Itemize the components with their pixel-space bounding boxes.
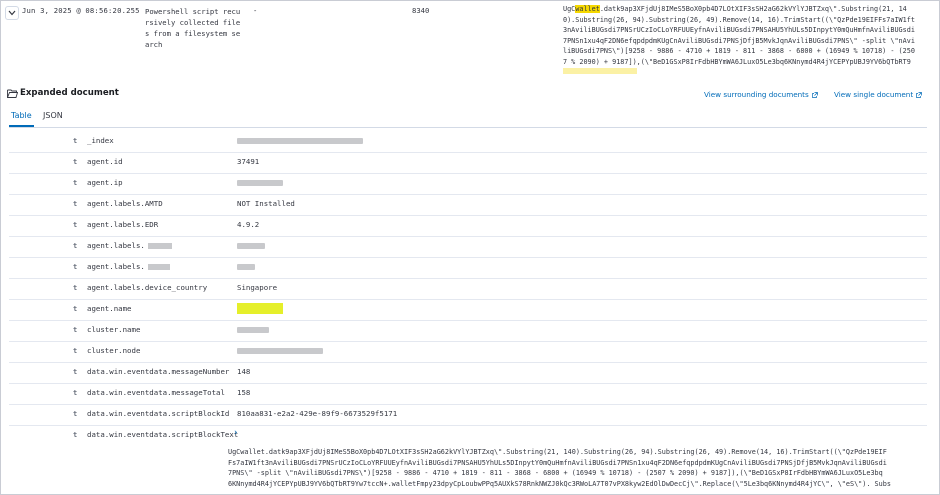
field-value: 158 xyxy=(237,388,251,397)
field-name: agent.labels. xyxy=(87,262,145,271)
field-row-agent-labels-redacted-1: t agent.labels. xyxy=(9,236,927,258)
redacted-value xyxy=(237,243,265,249)
script-line-faded xyxy=(563,67,929,74)
string-type-icon: t xyxy=(73,368,78,376)
script-block-text-value: UgCwallet.datk9ap3XFjdUj8IMeS5BoX0pb4D7L… xyxy=(228,447,928,491)
tabs-divider xyxy=(9,127,927,128)
script-block-line: 7PNS\" -split \"nAviliBUGsdi7PNS\")[9258… xyxy=(228,469,883,477)
string-type-icon: t xyxy=(73,326,78,334)
field-name: data.win.eventdata.messageTotal xyxy=(87,388,225,397)
script-line: 7 % 2090) + 9187]),(\"BeD1GSxP8IrFdbHBYm… xyxy=(563,57,911,66)
field-row-script-block-id: t data.win.eventdata.scriptBlockId 810aa… xyxy=(9,404,927,426)
folder-open-icon xyxy=(7,89,18,98)
field-name: agent.labels.EDR xyxy=(87,220,159,229)
string-type-icon: t xyxy=(73,389,78,397)
script-line: 7PNSn1xu4qF2DN6efqpdpdmKUgCnAviliBUGsdi7… xyxy=(563,36,915,45)
script-line: 3nAviliBUGsdi7PNSrUCzIoCLoYRFUUEyfnAvili… xyxy=(563,26,915,34)
field-name: cluster.node xyxy=(87,346,141,355)
string-type-icon: t xyxy=(73,347,78,355)
field-name: agent.labels. xyxy=(87,241,145,250)
field-value: NOT Installed xyxy=(237,199,295,208)
redacted-value xyxy=(237,264,255,270)
field-row-message-number: t data.win.eventdata.messageNumber 148 xyxy=(9,362,927,384)
view-surrounding-documents-label: View surrounding documents xyxy=(704,90,809,99)
redacted-value xyxy=(237,327,269,333)
field-value: 37491 xyxy=(237,157,260,166)
string-type-icon: t xyxy=(73,137,78,145)
script-block-line: 6KNnymd4R4jYCEPYpUBJ9YV6bQTbRT9Yw7tccN+.… xyxy=(228,479,891,488)
script-text: .datk9ap3XFjdUj8IMeS5BoX0pb4D7LOtXIF3sSH… xyxy=(599,5,907,13)
redacted-value xyxy=(237,348,323,354)
redacted-name-part xyxy=(148,264,170,270)
tab-json[interactable]: JSON xyxy=(43,111,63,120)
row-message-line: arch xyxy=(145,40,163,49)
script-line: liBUGsdi7PNS\")[9258 - 9886 - 4710 + 181… xyxy=(563,47,915,55)
string-type-icon: t xyxy=(73,158,78,166)
redacted-value xyxy=(237,180,283,186)
search-highlight: wallet xyxy=(575,5,600,13)
row-script-preview: UgCwallet.datk9ap3XFjdUj8IMeS5BoX0pb4D7L… xyxy=(563,4,929,74)
field-value: 810aa831-e2a2-429e-89f9-6673529f5171 xyxy=(237,409,398,418)
row-number: 8340 xyxy=(412,6,430,15)
external-link-icon xyxy=(916,92,923,98)
row-timestamp: Jun 3, 2025 @ 08:56:20.255 xyxy=(22,6,140,15)
view-single-document-link[interactable]: View single document xyxy=(834,90,923,99)
expand-value-chevron-icon[interactable]: › xyxy=(234,428,238,438)
field-name: _index xyxy=(87,136,114,145)
row-message-line: s from a filesystem se xyxy=(145,29,241,38)
field-name: data.win.eventdata.scriptBlockText xyxy=(87,430,239,439)
script-line: 0).Substring(26, 94).Substring(26, 49).R… xyxy=(563,15,915,24)
field-row-message-total: t data.win.eventdata.messageTotal 158 xyxy=(9,383,927,405)
string-type-icon: t xyxy=(73,410,78,418)
row-message-line: Powershell script recu xyxy=(145,7,241,16)
field-row-agent-name: t agent.name xyxy=(9,299,927,321)
string-type-icon: t xyxy=(73,263,78,271)
string-type-icon: t xyxy=(73,242,78,250)
script-block-line: Fs7aIW1ft3nAviliBUGsdi7PNSrUCzIoCLoYRFUU… xyxy=(228,458,887,467)
string-type-icon: t xyxy=(73,284,78,292)
field-row-agent-labels-redacted-2: t agent.labels. xyxy=(9,257,927,279)
field-row-agent-labels-amtd: t agent.labels.AMTD NOT Installed xyxy=(9,194,927,216)
field-value: 148 xyxy=(237,367,251,376)
script-text: UgC xyxy=(563,5,576,13)
row-message: Powershell script recu rsively collected… xyxy=(145,6,255,50)
field-value: 4.9.2 xyxy=(237,220,260,229)
field-name: agent.labels.device_country xyxy=(87,283,208,292)
field-name: agent.labels.AMTD xyxy=(87,199,163,208)
field-name: cluster.name xyxy=(87,325,141,334)
field-row-agent-id: t agent.id 37491 xyxy=(9,152,927,174)
collapse-row-button[interactable] xyxy=(5,6,19,20)
string-type-icon: t xyxy=(73,431,78,439)
field-name: agent.name xyxy=(87,304,132,313)
row-empty-value: - xyxy=(253,6,258,15)
string-type-icon: t xyxy=(73,221,78,229)
field-row-agent-ip: t agent.ip xyxy=(9,173,927,195)
string-type-icon: t xyxy=(73,179,78,187)
tab-table[interactable]: Table xyxy=(11,111,32,120)
field-name: data.win.eventdata.scriptBlockId xyxy=(87,409,230,418)
field-row-index: t _index xyxy=(9,131,927,153)
string-type-icon: t xyxy=(73,305,78,313)
redacted-value xyxy=(237,138,363,144)
field-value: Singapore xyxy=(237,283,278,292)
field-row-cluster-node: t cluster.node xyxy=(9,341,927,363)
view-surrounding-documents-link[interactable]: View surrounding documents xyxy=(704,90,818,99)
expanded-document-title: Expanded document xyxy=(20,88,119,98)
redacted-name-part xyxy=(148,243,172,249)
string-type-icon: t xyxy=(73,200,78,208)
chevron-down-icon xyxy=(8,10,16,16)
field-name: agent.ip xyxy=(87,178,123,187)
script-block-line: UgCwallet.datk9ap3XFjdUj8IMeS5BoX0pb4D7L… xyxy=(228,448,887,456)
row-message-line: rsively collected file xyxy=(145,18,241,27)
view-single-document-label: View single document xyxy=(834,90,914,99)
external-link-icon xyxy=(811,92,818,98)
field-row-device-country: t agent.labels.device_country Singapore xyxy=(9,278,927,300)
redacted-highlighted-value xyxy=(237,303,283,314)
field-name: agent.id xyxy=(87,157,123,166)
field-name: data.win.eventdata.messageNumber xyxy=(87,367,230,376)
field-row-cluster-name: t cluster.name xyxy=(9,320,927,342)
field-row-agent-labels-edr: t agent.labels.EDR 4.9.2 xyxy=(9,215,927,237)
